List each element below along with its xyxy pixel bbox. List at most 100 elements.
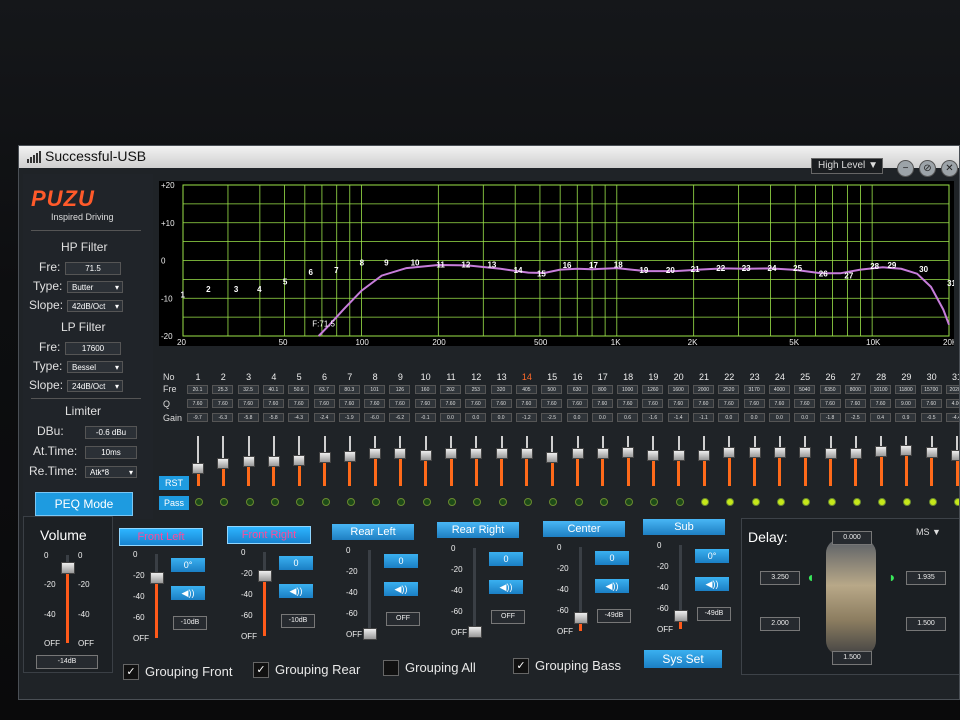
hp-type-select[interactable]: Butter ▾ (67, 281, 123, 293)
band-slider-thumb[interactable] (773, 446, 786, 458)
band-slider-thumb[interactable] (445, 448, 457, 460)
band-marker[interactable]: 23 (742, 264, 751, 273)
band-slider-thumb[interactable] (293, 455, 306, 466)
band-q-field[interactable]: 7.60 (313, 399, 335, 408)
eq-response-graph[interactable]: +20 +10 0 -10 -20 20 50 100 200 500 1K 2K 5K 10K 20KHz… (159, 181, 959, 347)
peq-mode-button[interactable]: PEQ Mode (35, 492, 133, 516)
band-marker[interactable]: 25 (793, 264, 802, 273)
fader-thumb[interactable] (574, 612, 588, 625)
lp-slope-select[interactable]: 24dB/Oct ▾ (67, 380, 123, 392)
delay-top-field[interactable]: 0.000 (832, 531, 872, 545)
band-fre-field[interactable]: 800 (591, 385, 613, 394)
band-gain-field[interactable]: -6.2 (389, 413, 411, 422)
band-number[interactable]: 26 (820, 372, 842, 382)
band-q-field[interactable]: 7.60 (794, 399, 816, 408)
band-bypass-led[interactable] (701, 498, 709, 506)
band-slider-thumb[interactable] (419, 449, 432, 461)
band-slider-thumb[interactable] (875, 446, 888, 458)
band-number[interactable]: 14 (516, 372, 538, 382)
fader-thumb[interactable] (150, 571, 164, 584)
band-fre-field[interactable]: 63.7 (313, 385, 335, 394)
band-gain-field[interactable]: 0.0 (768, 413, 790, 422)
channel-select-button[interactable]: Front Right (227, 526, 311, 544)
band-gain-field[interactable]: -2.5 (541, 413, 563, 422)
band-bypass-led[interactable] (346, 498, 355, 506)
band-q-field[interactable]: 7.60 (566, 399, 588, 408)
minimize-button[interactable]: − (897, 160, 914, 177)
band-gain-field[interactable]: 0.6 (617, 413, 639, 422)
fader-thumb[interactable] (363, 628, 377, 640)
delay-right-rear-field[interactable]: 1.500 (906, 617, 946, 631)
volume-value[interactable]: -14dB (36, 655, 98, 669)
band-marker[interactable]: 2 (206, 285, 211, 294)
lp-fre-field[interactable]: 17600 (65, 342, 121, 355)
band-q-field[interactable]: 7.60 (617, 399, 639, 408)
band-marker[interactable]: 14 (514, 266, 523, 275)
band-q-field[interactable]: 7.60 (667, 399, 689, 408)
band-bypass-led[interactable] (549, 498, 558, 506)
band-marker[interactable]: 5 (283, 277, 288, 286)
delay-unit-select[interactable]: MS ▼ (916, 527, 941, 537)
band-fre-field[interactable]: 6350 (819, 385, 841, 394)
band-slider-thumb[interactable] (267, 456, 280, 468)
pass-button[interactable]: Pass (159, 496, 189, 510)
band-number[interactable]: 13 (491, 372, 513, 382)
band-q-field[interactable]: 7.60 (591, 399, 613, 408)
band-bypass-led[interactable] (954, 498, 959, 506)
band-slider-thumb[interactable] (596, 448, 609, 460)
band-marker[interactable]: 30 (919, 265, 928, 274)
grouping-checkbox[interactable]: ✓ (123, 664, 139, 680)
band-fre-field[interactable]: 3170 (743, 385, 765, 394)
band-bypass-led[interactable] (751, 498, 760, 506)
sys-set-button[interactable]: Sys Set (644, 650, 722, 668)
band-slider-thumb[interactable] (192, 463, 204, 475)
band-bypass-led[interactable] (321, 498, 330, 506)
band-fre-field[interactable]: 253 (465, 385, 487, 394)
band-number[interactable]: 12 (465, 372, 487, 382)
band-q-field[interactable]: 7.60 (844, 399, 866, 408)
band-fre-field[interactable]: 40.1 (262, 385, 284, 394)
band-q-field[interactable]: 7.60 (642, 399, 664, 408)
band-number[interactable]: 19 (642, 372, 664, 382)
band-fre-field[interactable]: 2520 (718, 385, 740, 394)
band-slider-thumb[interactable] (369, 448, 382, 460)
limiter-dbu-field[interactable]: -0.6 dBu (85, 426, 137, 439)
band-number[interactable]: 3 (238, 372, 260, 382)
band-slider-thumb[interactable] (622, 447, 635, 459)
band-gain-field[interactable]: -4.4 (946, 413, 959, 422)
hp-slope-select[interactable]: 42dB/Oct ▾ (67, 300, 123, 312)
band-bypass-led[interactable] (903, 498, 912, 506)
band-marker[interactable]: 12 (461, 260, 470, 269)
delay-bottom-field[interactable]: 1.500 (832, 651, 872, 665)
band-q-field[interactable]: 7.60 (212, 399, 234, 408)
band-gain-field[interactable]: -5.8 (262, 413, 284, 422)
band-fre-field[interactable]: 1600 (667, 385, 689, 394)
band-fre-field[interactable]: 5040 (794, 385, 816, 394)
band-slider-thumb[interactable] (723, 446, 736, 458)
band-bypass-led[interactable] (776, 498, 785, 506)
band-marker[interactable]: 19 (639, 266, 648, 275)
band-number[interactable]: 1 (187, 372, 209, 382)
band-bypass-led[interactable] (220, 498, 229, 506)
grouping-checkbox[interactable]: ✓ (513, 658, 529, 674)
band-bypass-led[interactable] (625, 498, 634, 506)
band-bypass-led[interactable] (852, 498, 861, 506)
band-gain-field[interactable]: 0.0 (591, 413, 613, 422)
band-bypass-led[interactable] (448, 498, 456, 506)
band-number[interactable]: 25 (794, 372, 816, 382)
band-gain-field[interactable]: -1.6 (642, 413, 664, 422)
band-gain-field[interactable]: -1.2 (515, 413, 537, 422)
band-number[interactable]: 4 (263, 372, 285, 382)
band-gain-field[interactable]: -6.0 (364, 413, 386, 422)
band-gain-field[interactable]: -5.8 (237, 413, 259, 422)
band-slider-thumb[interactable] (900, 445, 913, 457)
band-slider-thumb[interactable] (470, 448, 483, 460)
band-marker[interactable]: 18 (614, 260, 623, 269)
channel-select-button[interactable]: Center (543, 521, 625, 537)
fader-thumb[interactable] (258, 569, 272, 582)
band-gain-field[interactable]: -1.9 (338, 413, 360, 422)
band-gain-field[interactable]: -6.3 (212, 413, 234, 422)
lp-type-select[interactable]: Bessel ▾ (67, 361, 123, 373)
band-gain-field[interactable]: 0.0 (440, 413, 461, 422)
band-marker[interactable]: 17 (589, 261, 598, 270)
